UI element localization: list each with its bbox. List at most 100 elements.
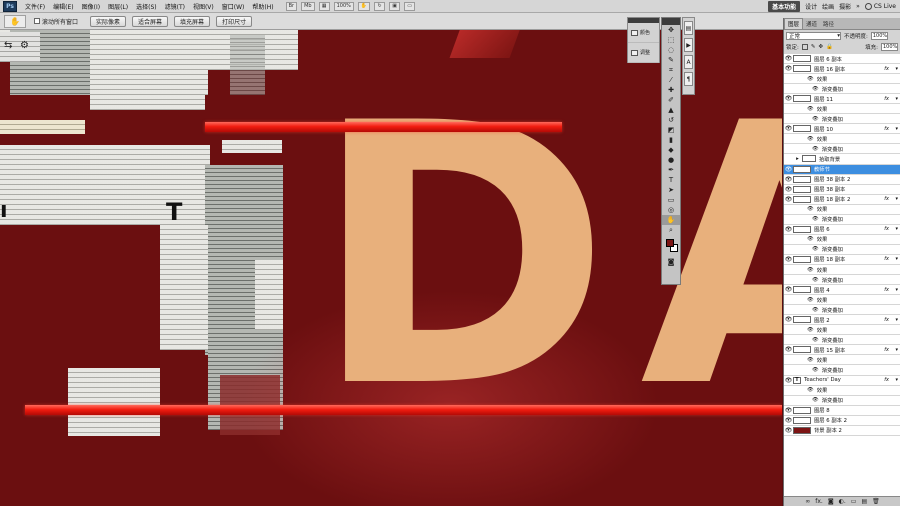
layer-row[interactable]: 👁 图层 18 副本 2 fx ▾: [784, 195, 900, 205]
expand-arrow-icon[interactable]: ▾: [895, 126, 898, 132]
history-panel-icon[interactable]: ▤: [684, 21, 693, 35]
arrange-docs-icon[interactable]: ▣: [389, 1, 401, 11]
eye-icon[interactable]: 👁: [784, 95, 793, 102]
layer-row[interactable]: 👁 图层 18 副本 fx ▾: [784, 255, 900, 265]
effects-eye-icon[interactable]: 👁: [784, 327, 814, 333]
layer-effects-row[interactable]: 👁 效果: [784, 295, 900, 306]
layer-effects-row[interactable]: 👁 效果: [784, 386, 900, 396]
healing-tool-icon[interactable]: ✚: [662, 85, 680, 95]
move-tool-icon[interactable]: ✥: [662, 25, 680, 35]
tab-channels[interactable]: 通道: [803, 19, 820, 29]
eye-icon[interactable]: 👁: [784, 316, 793, 323]
eye-icon[interactable]: 👁: [784, 427, 793, 434]
eye-icon[interactable]: 👁: [784, 346, 793, 353]
stamp-tool-icon[interactable]: ▲: [662, 105, 680, 115]
fx-icon[interactable]: fx: [884, 347, 889, 353]
zoom-tool-icon[interactable]: ⌕: [662, 225, 680, 235]
gradient-tool-icon[interactable]: ▮: [662, 135, 680, 145]
hand-icon[interactable]: ✋: [357, 1, 371, 11]
brush-tool-icon[interactable]: ✐: [662, 95, 680, 105]
expand-arrow-icon[interactable]: ▾: [895, 317, 898, 323]
layer-effects-row[interactable]: 👁 效果: [784, 325, 900, 336]
fx-icon[interactable]: fx: [884, 66, 889, 72]
eye-icon[interactable]: 👁: [784, 186, 793, 193]
hand-tool-icon[interactable]: ✋: [4, 14, 26, 28]
layer-row[interactable]: 👁 教师节: [784, 164, 900, 175]
effects-eye-icon[interactable]: 👁: [784, 136, 814, 142]
expand-arrow-icon[interactable]: ▾: [895, 377, 898, 383]
menu-edit[interactable]: 编辑(E): [49, 2, 77, 11]
effect-eye-icon[interactable]: 👁: [784, 86, 819, 92]
eye-icon[interactable]: 👁: [784, 286, 793, 293]
layer-effects-row[interactable]: 👁 效果: [784, 235, 900, 245]
lasso-tool-icon[interactable]: ◌: [662, 45, 680, 55]
new-group-icon[interactable]: ▭: [851, 498, 857, 505]
layer-effect-row[interactable]: 👁 渐变叠加: [784, 335, 900, 346]
eyedropper-tool-icon[interactable]: ⁄: [662, 75, 680, 85]
actions-panel-icon[interactable]: ▶: [684, 38, 693, 52]
layer-group-row[interactable]: ▸ 拾取背景: [784, 154, 900, 165]
layer-effect-row[interactable]: 👁 渐变叠加: [784, 396, 900, 406]
effects-eye-icon[interactable]: 👁: [784, 206, 814, 212]
effect-eye-icon[interactable]: 👁: [784, 277, 819, 283]
eye-icon[interactable]: 👁: [784, 196, 793, 203]
quick-select-tool-icon[interactable]: ✎: [662, 55, 680, 65]
link-layers-icon[interactable]: ∞: [805, 498, 810, 505]
screen-mode-icon[interactable]: ▭: [404, 1, 416, 11]
workspace-more[interactable]: »: [856, 3, 860, 10]
effect-eye-icon[interactable]: 👁: [784, 397, 819, 403]
fx-icon[interactable]: fx: [884, 126, 889, 132]
bridge-button[interactable]: Br: [285, 1, 298, 11]
character-panel-icon[interactable]: A: [684, 55, 693, 69]
expand-arrow-icon[interactable]: ▾: [895, 196, 898, 202]
layer-effect-row[interactable]: 👁 渐变叠加: [784, 275, 900, 286]
layer-row[interactable]: 👁 图层 6 fx ▾: [784, 225, 900, 235]
eye-icon[interactable]: 👁: [784, 407, 793, 414]
layer-effect-row[interactable]: 👁 渐变叠加: [784, 215, 900, 225]
layer-effect-row[interactable]: 👁 渐变叠加: [784, 84, 900, 95]
add-mask-icon[interactable]: ◙: [828, 498, 834, 505]
add-style-icon[interactable]: fx.: [815, 498, 823, 505]
menu-layer[interactable]: 图层(L): [104, 2, 132, 11]
effects-eye-icon[interactable]: 👁: [784, 297, 814, 303]
layer-row[interactable]: 👁 图层 2 fx ▾: [784, 315, 900, 326]
eye-icon[interactable]: 👁: [784, 417, 793, 424]
adjustments-panel-button[interactable]: 调整: [628, 43, 659, 63]
minibridge-button[interactable]: Mb: [301, 1, 315, 11]
layer-effect-row[interactable]: 👁 渐变叠加: [784, 305, 900, 316]
workspace-photography[interactable]: 摄影: [839, 2, 851, 11]
workspace-essentials[interactable]: 基本功能: [768, 1, 801, 12]
layer-row[interactable]: 👁 图层 6 副本 2: [784, 416, 900, 426]
expand-arrow-icon[interactable]: ▾: [895, 287, 898, 293]
eye-icon[interactable]: 👁: [784, 226, 793, 233]
path-select-tool-icon[interactable]: ➤: [662, 185, 680, 195]
expand-arrow-icon[interactable]: ▾: [895, 96, 898, 102]
menu-image[interactable]: 图像(I): [78, 2, 104, 11]
layer-effects-row[interactable]: 👁 效果: [784, 74, 900, 85]
layer-row[interactable]: 👁 图层 8: [784, 406, 900, 416]
menu-view[interactable]: 视图(V): [189, 2, 218, 11]
layer-row[interactable]: 👁 T Teachers' Day fx ▾: [784, 376, 900, 386]
effects-eye-icon[interactable]: 👁: [784, 236, 814, 242]
layer-row[interactable]: 👁 背景 副本 2: [784, 426, 900, 436]
expand-arrow-icon[interactable]: ▾: [895, 256, 898, 262]
opacity-input[interactable]: 100%: [870, 31, 888, 40]
layer-row[interactable]: 👁 图层 6 副本: [784, 54, 900, 65]
menu-select[interactable]: 选择(S): [132, 2, 161, 11]
fill-input[interactable]: 100%: [881, 42, 898, 51]
new-layer-icon[interactable]: ▤: [861, 498, 867, 505]
layer-effects-row[interactable]: 👁 效果: [784, 205, 900, 215]
type-tool-icon[interactable]: T: [662, 175, 680, 185]
layer-row[interactable]: 👁 图层 4 fx ▾: [784, 285, 900, 296]
fill-screen-button[interactable]: 填充屏幕: [174, 15, 211, 27]
scroll-all-windows-checkbox[interactable]: 滚动所有窗口: [34, 17, 78, 26]
tab-layers[interactable]: 图层: [784, 18, 804, 29]
layer-row[interactable]: 👁 图层 11 fx ▾: [784, 94, 900, 105]
eye-icon[interactable]: 👁: [784, 176, 793, 183]
fx-icon[interactable]: fx: [884, 287, 889, 293]
layer-effect-row[interactable]: 👁 渐变叠加: [784, 245, 900, 255]
effects-eye-icon[interactable]: 👁: [784, 76, 814, 82]
effect-eye-icon[interactable]: 👁: [784, 116, 819, 122]
layer-row[interactable]: 👁 图层 15 副本 fx ▾: [784, 345, 900, 356]
shape-tool-icon[interactable]: ▭: [662, 195, 680, 205]
